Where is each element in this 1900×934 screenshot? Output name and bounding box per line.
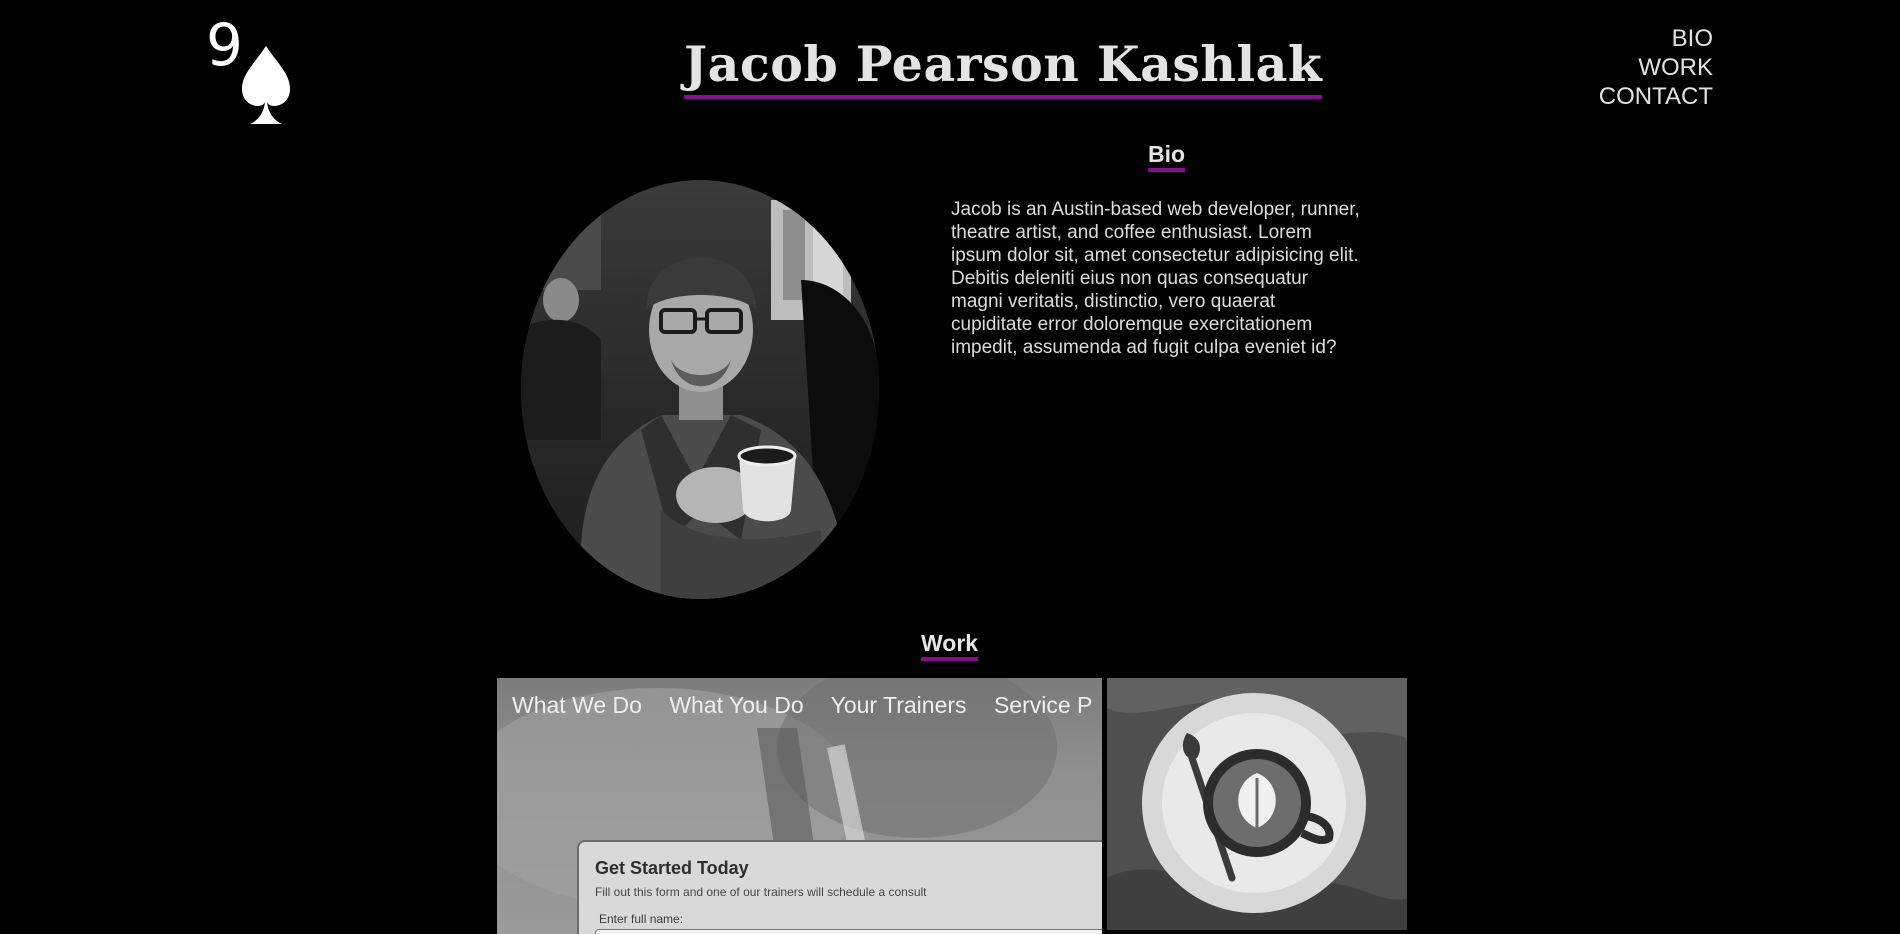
project-1-form-label: Enter full name: (599, 912, 684, 926)
site-title: Jacob Pearson Kashlak (684, 40, 1323, 99)
coffee-cup-image (1107, 678, 1407, 930)
project-1-form-subtitle: Fill out this form and one of our traine… (595, 885, 927, 899)
nav-work-link[interactable]: WORK (1599, 53, 1713, 82)
project-1-nav-item: What We Do (512, 692, 642, 718)
main-nav: BIO WORK CONTACT (1599, 24, 1713, 111)
work-heading: Work (921, 632, 979, 661)
logo-number: 9 (206, 11, 243, 79)
project-1-form-field (595, 929, 1102, 934)
work-project-1[interactable]: What We Do What You Do Your Trainers Ser… (497, 678, 1102, 934)
project-1-nav-item: What You Do (669, 692, 804, 718)
logo[interactable]: 9 (206, 11, 306, 124)
project-1-form-title: Get Started Today (595, 858, 749, 878)
nav-bio-link[interactable]: BIO (1599, 24, 1713, 53)
work-project-2[interactable] (1107, 678, 1407, 930)
project-1-nav-item: Your Trainers (830, 692, 967, 718)
project-1-nav: What We Do What You Do Your Trainers Ser… (512, 692, 1102, 719)
portrait-photo (521, 180, 879, 599)
nav-contact-link[interactable]: CONTACT (1599, 82, 1713, 111)
bio-heading: Bio (1148, 143, 1186, 172)
spade-icon (242, 46, 290, 124)
project-1-nav-item: Service P (993, 692, 1093, 718)
project-1-form: Get Started Today Fill out this form and… (577, 840, 1102, 934)
page: 9 Jacob Pearson Kashlak BIO WORK CONTACT… (0, 0, 1900, 934)
bio-text: Jacob is an Austin-based web developer, … (951, 199, 1360, 358)
